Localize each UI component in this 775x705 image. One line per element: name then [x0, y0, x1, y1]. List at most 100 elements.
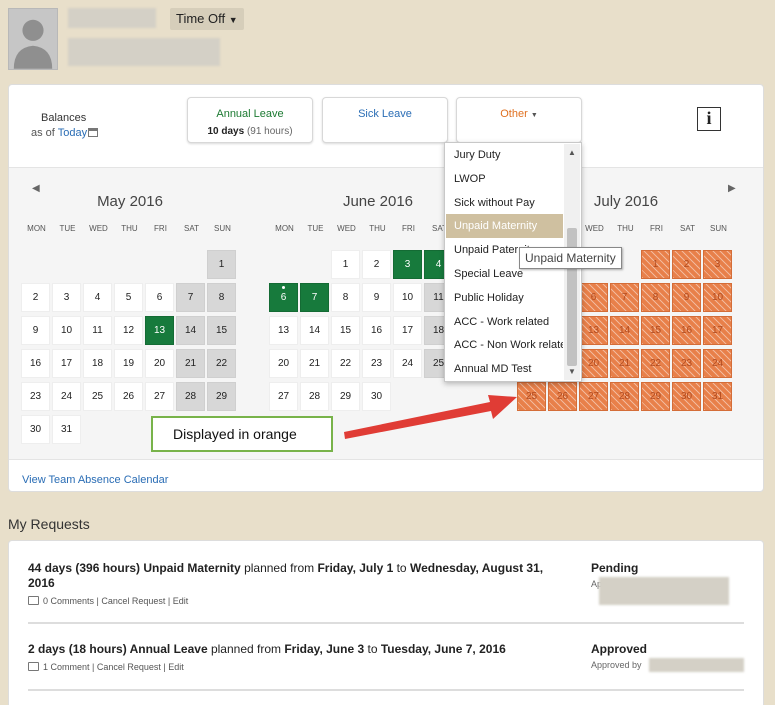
calendar-day[interactable]: 25 — [83, 382, 112, 411]
calendar-day[interactable]: 28 — [610, 382, 639, 411]
info-icon[interactable]: i — [697, 107, 721, 131]
calendar-day[interactable]: 28 — [300, 382, 329, 411]
calendar-day[interactable]: 6 — [269, 283, 298, 312]
calendar-day[interactable]: 14 — [300, 316, 329, 345]
calendar-day[interactable]: 1 — [207, 250, 236, 279]
tab-other-leave[interactable]: Other ▼ — [456, 97, 582, 143]
calendar-day[interactable]: 20 — [269, 349, 298, 378]
calendar-day[interactable]: 27 — [269, 382, 298, 411]
scroll-down-icon[interactable]: ▼ — [564, 367, 580, 376]
calendar-day[interactable]: 4 — [83, 283, 112, 312]
calendar-day[interactable]: 14 — [176, 316, 205, 345]
calendar-day[interactable]: 21 — [176, 349, 205, 378]
calendar-day[interactable]: 13 — [579, 316, 608, 345]
calendar-day[interactable]: 2 — [672, 250, 701, 279]
calendar-day[interactable]: 30 — [21, 415, 50, 444]
calendar-day[interactable]: 2 — [362, 250, 391, 279]
calendar-day[interactable]: 29 — [207, 382, 236, 411]
day-number: 23 — [680, 358, 693, 369]
calendar-day[interactable]: 22 — [207, 349, 236, 378]
calendar-day[interactable]: 20 — [579, 349, 608, 378]
calendar-day[interactable]: 20 — [145, 349, 174, 378]
calendar-day[interactable]: 16 — [21, 349, 50, 378]
day-number: 20 — [153, 358, 166, 369]
calendar-day[interactable]: 18 — [83, 349, 112, 378]
dropdown-item[interactable]: Annual MD Test — [446, 357, 563, 381]
calendar-day[interactable]: 15 — [641, 316, 670, 345]
calendar-day[interactable]: 10 — [52, 316, 81, 345]
calendar-day[interactable]: 26 — [548, 382, 577, 411]
calendar-day[interactable]: 1 — [641, 250, 670, 279]
calendar-day[interactable]: 17 — [52, 349, 81, 378]
calendar-day[interactable]: 17 — [393, 316, 422, 345]
calendar-day[interactable]: 3 — [703, 250, 732, 279]
calendar-day[interactable]: 15 — [207, 316, 236, 345]
calendar-day[interactable]: 27 — [145, 382, 174, 411]
calendar-day[interactable]: 9 — [362, 283, 391, 312]
calendar-day[interactable]: 3 — [393, 250, 422, 279]
dropdown-item[interactable]: Public Holiday — [446, 286, 563, 310]
calendar-day[interactable]: 21 — [300, 349, 329, 378]
day-number: 29 — [649, 391, 662, 402]
team-absence-calendar-link[interactable]: View Team Absence Calendar — [22, 474, 168, 486]
today-link[interactable]: Today — [58, 127, 87, 139]
calendar-day[interactable]: 24 — [52, 382, 81, 411]
day-number: 3 — [714, 259, 721, 270]
calendar-day[interactable]: 9 — [672, 283, 701, 312]
calendar-day[interactable]: 7 — [300, 283, 329, 312]
calendar-day[interactable]: 22 — [641, 349, 670, 378]
calendar-day[interactable]: 23 — [672, 349, 701, 378]
calendar-day[interactable]: 16 — [362, 316, 391, 345]
calendar-day[interactable]: 13 — [145, 316, 174, 345]
calendar-day[interactable]: 10 — [393, 283, 422, 312]
calendar-icon[interactable] — [88, 128, 99, 137]
dropdown-item[interactable]: Sick without Pay — [446, 191, 563, 215]
calendar-day[interactable]: 13 — [269, 316, 298, 345]
calendar-day[interactable]: 24 — [703, 349, 732, 378]
tab-sick-leave[interactable]: Sick Leave — [322, 97, 448, 143]
calendar-day[interactable]: 12 — [114, 316, 143, 345]
calendar-day[interactable]: 8 — [331, 283, 360, 312]
calendar-day[interactable]: 2 — [21, 283, 50, 312]
calendar-day[interactable]: 24 — [393, 349, 422, 378]
dropdown-item[interactable]: ACC - Work related — [446, 310, 563, 334]
calendar-day[interactable]: 3 — [52, 283, 81, 312]
calendar-day[interactable]: 6 — [145, 283, 174, 312]
calendar-day[interactable]: 9 — [21, 316, 50, 345]
calendar-day[interactable]: 14 — [610, 316, 639, 345]
calendar-day[interactable]: 11 — [83, 316, 112, 345]
time-off-menu-button[interactable]: Time Off ▼ — [170, 8, 244, 30]
calendar-day[interactable]: 27 — [579, 382, 608, 411]
calendar-day[interactable]: 21 — [610, 349, 639, 378]
calendar-day[interactable]: 10 — [703, 283, 732, 312]
calendar-day[interactable]: 19 — [114, 349, 143, 378]
calendar-day[interactable]: 7 — [610, 283, 639, 312]
calendar-day[interactable]: 15 — [331, 316, 360, 345]
calendar-day[interactable]: 5 — [114, 283, 143, 312]
dropdown-item[interactable]: LWOP — [446, 167, 563, 191]
calendar-day[interactable]: 22 — [331, 349, 360, 378]
dropdown-item[interactable]: Unpaid Maternity — [446, 214, 563, 239]
calendar-day[interactable]: 6 — [579, 283, 608, 312]
calendar-day[interactable]: 23 — [21, 382, 50, 411]
day-number: 6 — [590, 292, 597, 303]
calendar-day[interactable]: 16 — [672, 316, 701, 345]
calendar-day[interactable]: 30 — [672, 382, 701, 411]
calendar-day[interactable]: 8 — [641, 283, 670, 312]
request-actions[interactable]: 0 Comments | Cancel Request | Edit — [43, 596, 188, 606]
calendar-day[interactable]: 17 — [703, 316, 732, 345]
tab-annual-leave[interactable]: Annual Leave 10 days (91 hours) — [187, 97, 313, 143]
request-actions[interactable]: 1 Comment | Cancel Request | Edit — [43, 662, 184, 672]
calendar-day[interactable]: 1 — [331, 250, 360, 279]
calendar-day[interactable]: 8 — [207, 283, 236, 312]
calendar-day[interactable]: 23 — [362, 349, 391, 378]
calendar-day[interactable]: 7 — [176, 283, 205, 312]
calendar-day[interactable]: 26 — [114, 382, 143, 411]
calendar-day[interactable]: 31 — [703, 382, 732, 411]
scroll-up-icon[interactable]: ▲ — [564, 148, 580, 157]
calendar-day[interactable]: 31 — [52, 415, 81, 444]
calendar-day[interactable]: 28 — [176, 382, 205, 411]
dropdown-item[interactable]: Jury Duty — [446, 143, 563, 167]
calendar-day[interactable]: 29 — [641, 382, 670, 411]
dropdown-item[interactable]: ACC - Non Work related — [446, 333, 563, 357]
